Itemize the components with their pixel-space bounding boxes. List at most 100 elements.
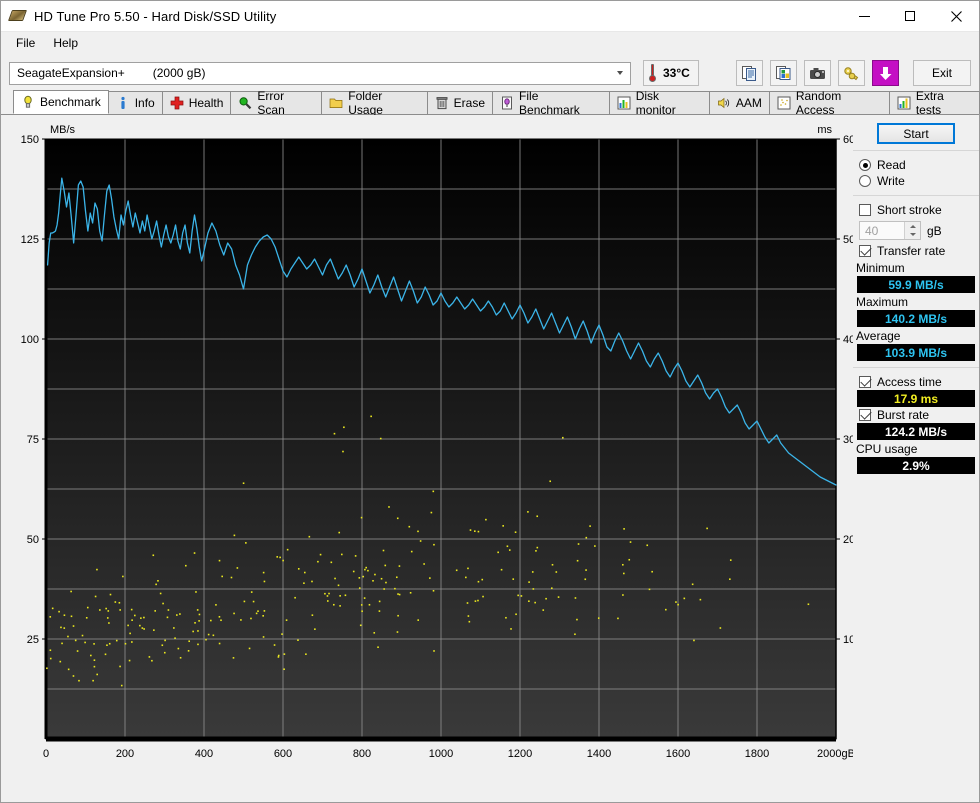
burst-rate-checkbox[interactable]: Burst rate [853,407,979,423]
menu-bar: File Help [1,32,979,55]
svg-text:1200: 1200 [508,748,532,760]
temperature-value: 33°C [663,66,690,80]
svg-text:600: 600 [274,748,292,760]
tab-file-benchmark[interactable]: File Benchmark [492,89,610,117]
stepper-buttons[interactable] [904,222,920,239]
svg-text:400: 400 [195,748,213,760]
tab-extra-tests[interactable]: Extra tests [888,89,980,117]
camera-icon [810,67,825,79]
copy-to-clipboard-button[interactable] [736,60,763,86]
svg-text:ms: ms [817,124,832,136]
radio-off-icon [859,175,871,187]
minimum-value: 59.9 MB/s [857,276,975,293]
svg-text:0: 0 [43,748,49,760]
tab-error-scan[interactable]: Error Scan [230,89,323,117]
short-stroke-value: 40 [865,223,879,238]
short-stroke-size-row: 40 gB [853,218,979,243]
benchmark-content: 25 50 75 100 125 150 MB/s 10 20 30 40 50 60 ms 0 200 400… [1,115,979,802]
calculator-icon [897,96,911,110]
maximize-icon [905,11,915,21]
menu-file[interactable]: File [7,34,44,53]
tab-health-label: Health [188,96,224,110]
minimum-label: Minimum [856,261,905,275]
maximum-label: Maximum [856,295,909,309]
drive-select[interactable]: SeagateExpansion+ (2000 gB) [9,61,631,85]
chart-canvas: 25 50 75 100 125 150 MB/s 10 20 30 40 50 60 ms 0 200 400… [21,124,853,760]
menu-help-label: Help [53,36,79,50]
svg-text:1400: 1400 [587,748,611,760]
tab-info-label: Info [134,96,155,110]
start-button[interactable]: Start [877,123,955,144]
mode-write-label: Write [877,174,905,188]
checkbox-on-icon [859,245,871,257]
svg-text:50: 50 [843,234,853,246]
tab-erase[interactable]: Erase [426,91,494,114]
average-value: 103.9 MB/s [857,344,975,361]
svg-text:25: 25 [27,634,39,646]
save-results-button[interactable] [872,60,899,86]
svg-text:1600: 1600 [666,748,690,760]
minimize-icon [858,15,870,17]
maximize-button[interactable] [887,1,933,32]
lightbulb-icon [21,95,35,109]
mode-read-radio[interactable]: Read [853,157,979,173]
tab-benchmark[interactable]: Benchmark [13,90,109,114]
tab-folder-usage[interactable]: Folder Usage [321,89,428,117]
mode-write-radio[interactable]: Write [853,173,979,189]
average-label: Average [856,329,901,343]
folder-icon [329,96,343,110]
divider [853,195,979,196]
magnifier-icon [238,96,252,110]
minimize-button[interactable] [841,1,887,32]
divider [853,150,979,151]
radio-on-icon [859,159,871,171]
close-button[interactable] [933,1,979,32]
scatter-icon [777,96,791,110]
copy-pages-icon [742,65,756,81]
screenshot-button[interactable] [804,60,831,86]
svg-text:100: 100 [21,334,39,346]
svg-text:75: 75 [27,434,39,446]
tab-health[interactable]: Health [161,91,232,114]
keys-icon [844,66,859,80]
copy-image-icon [776,65,791,80]
menu-file-label: File [16,36,36,50]
exit-label: Exit [931,66,952,80]
download-arrow-icon [880,66,892,80]
tab-aam[interactable]: AAM [708,91,770,114]
temperature-indicator: 33°C [643,60,699,86]
tab-info[interactable]: Info [107,91,163,114]
short-stroke-stepper[interactable]: 40 [859,221,921,240]
stepper-down-icon[interactable] [905,231,920,240]
benchmark-options-panel: Start Read Write Short stroke 40 gB Tran… [853,115,979,802]
mode-read-label: Read [877,158,906,172]
transfer-rate-checkbox[interactable]: Transfer rate [853,243,979,259]
svg-text:200: 200 [116,748,134,760]
thermometer-icon [648,64,657,82]
drive-capacity-label: (2000 gB) [152,66,206,80]
tab-disk-monitor[interactable]: Disk monitor [608,89,710,117]
cpu-usage-label: CPU usage [856,442,918,456]
checkbox-on-icon [859,376,871,388]
short-stroke-checkbox[interactable]: Short stroke [853,202,979,218]
stepper-up-icon[interactable] [905,222,920,231]
burst-rate-label: Burst rate [877,408,930,422]
menu-help[interactable]: Help [44,34,87,53]
maximum-value: 140.2 MB/s [857,310,975,327]
svg-text:10: 10 [843,634,853,646]
close-icon [950,10,962,22]
checkbox-off-icon [859,204,871,216]
chevron-down-icon[interactable] [611,63,629,83]
window-controls [841,1,979,32]
hd-tune-window: HD Tune Pro 5.50 - Hard Disk/SSD Utility… [0,0,980,803]
exit-button[interactable]: Exit [913,60,971,86]
access-time-checkbox[interactable]: Access time [853,374,979,390]
tab-random-access[interactable]: Random Access [768,89,890,117]
tab-folder-usage-label: Folder Usage [348,89,383,117]
svg-text:125: 125 [21,234,39,246]
copy-image-button[interactable] [770,60,797,86]
options-button[interactable] [838,60,865,86]
toolbar: SeagateExpansion+ (2000 gB) 33°C Exit [1,55,979,91]
svg-text:30: 30 [843,434,853,446]
health-cross-icon [170,96,184,110]
